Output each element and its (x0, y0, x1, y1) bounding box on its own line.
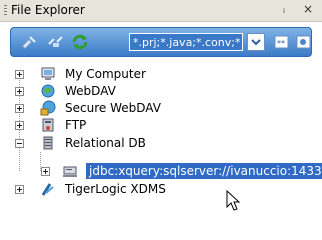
filter-dropdown-button[interactable] (247, 33, 265, 51)
tree-item-secure-webdav[interactable]: Secure WebDAV (0, 100, 322, 116)
tree-item-relational-db[interactable]: Relational DB (0, 135, 322, 151)
collapse-icon[interactable] (15, 139, 24, 148)
mouse-cursor-icon (226, 190, 240, 211)
connect-icon[interactable] (21, 34, 39, 50)
options-icon[interactable] (295, 34, 313, 50)
file-explorer-panel: File Explorer ᵢ × *.prj;*.java;*.conv;* … (0, 0, 322, 240)
tree-item-label: WebDAV (65, 84, 116, 98)
panel-title: File Explorer (11, 3, 85, 17)
expand-icon[interactable] (15, 185, 24, 194)
tree-item-label: Relational DB (65, 136, 146, 150)
expand-icon[interactable] (15, 104, 24, 113)
expand-icon[interactable] (15, 87, 24, 96)
tree-item-label-selected: jdbc:xquery:sqlserver://ivanuccio:1433 (86, 163, 322, 179)
expand-icon[interactable] (15, 121, 24, 130)
tree-item-webdav[interactable]: WebDAV (0, 83, 322, 99)
secure-globe-icon (40, 100, 56, 116)
tree-item-label: My Computer (65, 67, 146, 81)
computer-icon (41, 67, 55, 80)
tree-item-label: TigerLogic XDMS (65, 182, 166, 196)
tree-item-jdbc-connection[interactable]: jdbc:xquery:sqlserver://ivanuccio:1433 (0, 152, 322, 179)
expand-icon[interactable] (41, 167, 50, 176)
refresh-icon[interactable] (71, 34, 89, 50)
server-connection-icon (63, 166, 77, 177)
globe-icon (41, 84, 55, 98)
drag-grip-icon[interactable] (4, 5, 7, 17)
tree-item-label: FTP (65, 118, 87, 132)
ftp-icon (42, 118, 54, 132)
database-icon (43, 136, 53, 150)
chevron-down-icon (251, 39, 261, 46)
expand-icon[interactable] (15, 70, 24, 79)
tree-item-tigerlogic-xdms[interactable]: TigerLogic XDMS (0, 181, 322, 197)
xdms-icon (41, 183, 54, 196)
file-filter-input[interactable]: *.prj;*.java;*.conv;* (129, 33, 243, 51)
toolbar: *.prj;*.java;*.conv;* ** (10, 27, 312, 57)
filter-apply-icon[interactable]: ** (273, 34, 291, 50)
tree-item-ftp[interactable]: FTP (0, 117, 322, 133)
panel-titlebar[interactable]: File Explorer ᵢ × (0, 0, 322, 22)
disconnect-icon[interactable] (47, 34, 65, 50)
svg-text:**: ** (277, 39, 285, 48)
close-icon[interactable]: × (303, 2, 313, 16)
tree-item-label: Secure WebDAV (65, 101, 161, 115)
tree-item-my-computer[interactable]: My Computer (0, 66, 322, 82)
pin-icon[interactable]: ᵢ (283, 3, 285, 16)
